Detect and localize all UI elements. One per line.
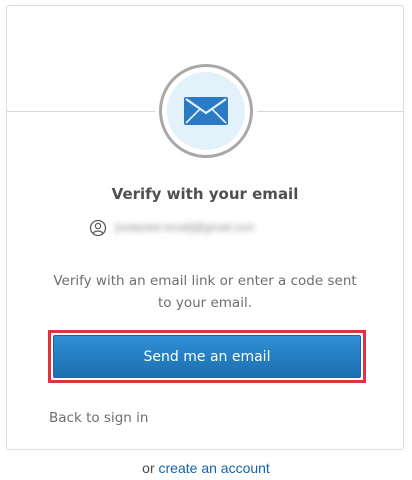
factor-logo (159, 64, 253, 158)
instructions-text: Verify with an email link or enter a cod… (53, 273, 357, 311)
back-to-sign-in-link[interactable]: Back to sign in (49, 410, 148, 426)
send-email-button[interactable]: Send me an email (53, 335, 361, 378)
footer: or create an account (0, 460, 412, 476)
create-account-link[interactable]: create an account (159, 460, 270, 476)
identifier-email: [redacted email]@gmail.com (115, 222, 255, 234)
identifier-container: [redacted email]@gmail.com (89, 218, 255, 238)
verify-card: Verify with your email [redacted email]@… (6, 5, 404, 450)
user-icon (89, 219, 107, 237)
header-divider-left (7, 111, 155, 112)
footer-prefix: or (142, 460, 155, 476)
send-button-highlight: Send me an email (48, 330, 366, 383)
envelope-icon (184, 97, 228, 125)
page-title: Verify with your email (111, 185, 299, 203)
factor-logo-background (167, 72, 245, 150)
header-divider-right (257, 111, 403, 112)
